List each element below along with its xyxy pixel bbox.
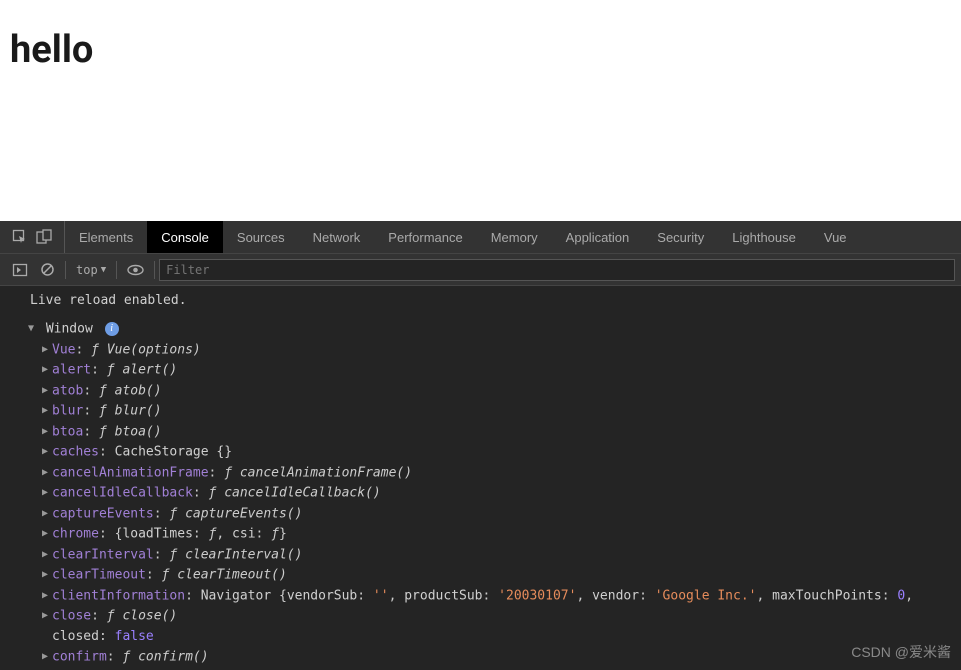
expand-triangle-icon[interactable] xyxy=(42,545,52,565)
console-output: Live reload enabled. Window i Vue: ƒ Vue… xyxy=(0,286,961,670)
property-row[interactable]: Vue: ƒ Vue(options) xyxy=(28,340,957,361)
property-row[interactable]: atob: ƒ atob() xyxy=(28,381,957,402)
tab-memory[interactable]: Memory xyxy=(477,221,552,253)
log-message: Live reload enabled. xyxy=(0,290,961,311)
property-row[interactable]: cancelIdleCallback: ƒ cancelIdleCallback… xyxy=(28,483,957,504)
property-row[interactable]: captureEvents: ƒ captureEvents() xyxy=(28,504,957,525)
object-name: Window xyxy=(46,322,93,337)
property-row[interactable]: alert: ƒ alert() xyxy=(28,360,957,381)
tab-elements[interactable]: Elements xyxy=(65,221,147,253)
property-row[interactable]: blur: ƒ blur() xyxy=(28,401,957,422)
tab-lighthouse[interactable]: Lighthouse xyxy=(718,221,810,253)
devtools-tabs: Elements Console Sources Network Perform… xyxy=(65,221,861,253)
expand-triangle-icon[interactable] xyxy=(42,524,52,544)
live-expression-icon[interactable] xyxy=(127,264,144,276)
console-toolbar: top ▼ xyxy=(0,254,961,286)
expand-triangle-icon[interactable] xyxy=(42,565,52,585)
filter-input[interactable] xyxy=(159,259,955,281)
property-row[interactable]: closed: false xyxy=(28,627,957,647)
expand-triangle-icon[interactable] xyxy=(42,340,52,360)
property-row[interactable]: btoa: ƒ btoa() xyxy=(28,422,957,443)
inspect-element-icon[interactable] xyxy=(12,229,28,245)
tab-performance[interactable]: Performance xyxy=(374,221,476,253)
expand-triangle-icon[interactable] xyxy=(42,483,52,503)
tab-network[interactable]: Network xyxy=(299,221,375,253)
toggle-sidebar-icon[interactable] xyxy=(12,262,28,278)
expand-triangle-icon[interactable] xyxy=(42,463,52,483)
property-row[interactable]: clearTimeout: ƒ clearTimeout() xyxy=(28,565,957,586)
property-row[interactable]: confirm: ƒ confirm() xyxy=(28,647,957,668)
toolbar-separator xyxy=(154,261,155,279)
toolbar-separator xyxy=(116,261,117,279)
property-row[interactable]: caches: CacheStorage {} xyxy=(28,442,957,463)
devtools-panel: Elements Console Sources Network Perform… xyxy=(0,221,961,670)
object-inspector: Window i Vue: ƒ Vue(options)alert: ƒ ale… xyxy=(0,311,961,670)
property-row[interactable]: cancelAnimationFrame: ƒ cancelAnimationF… xyxy=(28,463,957,484)
property-row[interactable]: clearInterval: ƒ clearInterval() xyxy=(28,545,957,566)
clear-console-icon[interactable] xyxy=(40,262,55,277)
expand-triangle-icon[interactable] xyxy=(42,422,52,442)
tab-security[interactable]: Security xyxy=(643,221,718,253)
expand-triangle-icon[interactable] xyxy=(28,319,38,339)
property-row[interactable]: close: ƒ close() xyxy=(28,606,957,627)
chevron-down-icon: ▼ xyxy=(101,265,106,275)
toolbar-separator xyxy=(65,261,66,279)
tab-sources[interactable]: Sources xyxy=(223,221,299,253)
devtools-tab-bar: Elements Console Sources Network Perform… xyxy=(0,221,961,254)
context-label: top xyxy=(76,263,98,277)
tab-console[interactable]: Console xyxy=(147,221,223,253)
expand-triangle-icon[interactable] xyxy=(42,606,52,626)
expand-triangle-icon[interactable] xyxy=(42,401,52,421)
expand-triangle-icon[interactable] xyxy=(42,360,52,380)
info-icon[interactable]: i xyxy=(105,322,119,336)
property-row[interactable]: clientInformation: Navigator {vendorSub:… xyxy=(28,586,957,607)
tab-vue[interactable]: Vue xyxy=(810,221,861,253)
expand-triangle-icon[interactable] xyxy=(42,442,52,462)
device-toggle-icon[interactable] xyxy=(36,229,52,245)
expand-triangle-icon[interactable] xyxy=(42,586,52,606)
object-root-row[interactable]: Window i xyxy=(28,319,957,340)
expand-triangle-icon[interactable] xyxy=(42,504,52,524)
tab-application[interactable]: Application xyxy=(552,221,644,253)
expand-triangle-icon[interactable] xyxy=(42,647,52,667)
page-viewport: hello xyxy=(0,0,961,221)
context-selector[interactable]: top ▼ xyxy=(76,263,106,277)
devtools-tab-icons xyxy=(0,221,65,253)
page-heading: hello xyxy=(10,28,951,72)
property-row[interactable]: chrome: {loadTimes: ƒ, csi: ƒ} xyxy=(28,524,957,545)
expand-triangle-icon[interactable] xyxy=(42,381,52,401)
